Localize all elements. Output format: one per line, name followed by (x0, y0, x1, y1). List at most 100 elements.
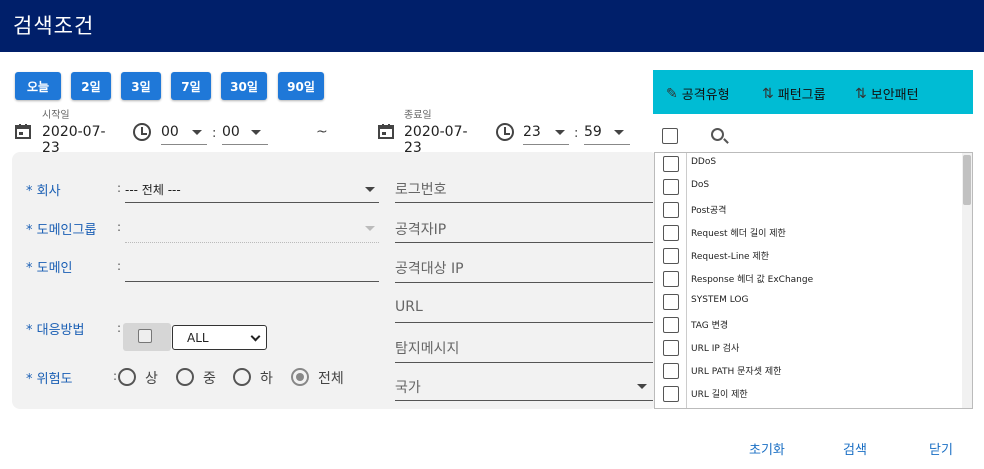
risk-medium-label: 중 (203, 371, 216, 387)
pattern-group-tab[interactable]: ⇅ 패턴그룹 (762, 84, 826, 104)
list-item-checkbox[interactable] (663, 202, 679, 218)
list-item-checkbox[interactable] (663, 179, 679, 195)
risk-high-label: 상 (145, 371, 158, 387)
list-item-label: URL 길이 제한 (691, 390, 748, 400)
attacker-ip-input[interactable]: 공격자IP (395, 219, 446, 239)
list-item-checkbox[interactable] (663, 271, 679, 287)
company-value: --- 전체 --- (125, 183, 181, 197)
end-date-label: 종료일 (404, 110, 432, 121)
risk-radio-medium[interactable] (176, 368, 194, 386)
chevron-down-icon (637, 384, 647, 389)
risk-all-label: 전체 (318, 371, 344, 387)
pattern-toolbar: ✎ 공격유형 ⇅ 패턴그룹 ⇅ 보안패턴 (653, 70, 973, 114)
list-item-label: Request 헤더 길이 제한 (691, 229, 786, 239)
range-separator: ~ (316, 124, 328, 140)
list-item[interactable]: URL IP 검사 (655, 337, 963, 360)
list-item-checkbox[interactable] (663, 225, 679, 241)
list-item-checkbox[interactable] (663, 156, 679, 172)
url-input[interactable]: URL (395, 299, 423, 315)
list-item-label: Response 헤더 값 ExChange (691, 275, 814, 285)
chevron-down-icon (251, 130, 261, 135)
attack-type-list: DDoS DoS Post공격 Request 헤더 길이 제한 Request… (654, 152, 973, 409)
target-ip-underline (395, 282, 653, 283)
search-icon[interactable] (711, 128, 724, 141)
reset-button[interactable]: 초기화 (749, 439, 785, 458)
chevron-down-icon (250, 331, 261, 342)
list-item[interactable]: Request-Line 제한 (655, 245, 963, 268)
risk-low-label: 하 (260, 371, 273, 387)
attacker-ip-underline (395, 242, 653, 243)
list-item[interactable]: SYSTEM LOG (655, 291, 963, 314)
list-item[interactable]: URL 길이 제한 (655, 383, 963, 406)
list-item[interactable]: Request 헤더 길이 제한 (655, 222, 963, 245)
attack-type-tab[interactable]: ✎ 공격유형 (666, 84, 730, 104)
sort-icon: ⇅ (762, 85, 774, 102)
range-today-button[interactable]: 오늘 (15, 72, 61, 100)
list-item[interactable]: DDoS (655, 153, 963, 176)
response-toggle[interactable] (123, 323, 171, 351)
response-select-value: ALL (187, 331, 209, 345)
domain-group-label: * 도메인그룹 (26, 223, 97, 238)
country-select[interactable]: 국가 (395, 377, 421, 397)
start-hour-value: 00 (161, 124, 179, 140)
risk-radio-low[interactable] (233, 368, 251, 386)
target-ip-input[interactable]: 공격대상 IP (395, 258, 464, 278)
list-item-checkbox[interactable] (663, 317, 679, 333)
range-3d-button[interactable]: 3일 (121, 72, 161, 100)
close-button[interactable]: 닫기 (929, 439, 953, 458)
list-item[interactable]: TAG 변경 (655, 314, 963, 337)
chevron-down-icon (614, 130, 624, 135)
end-hour-value: 23 (523, 124, 541, 140)
chevron-down-icon (192, 130, 202, 135)
chevron-down-icon (555, 130, 565, 135)
range-2d-button[interactable]: 2일 (71, 72, 111, 100)
list-item-checkbox[interactable] (663, 294, 679, 310)
list-item-checkbox[interactable] (663, 363, 679, 379)
detect-msg-input[interactable]: 탐지메시지 (395, 338, 459, 358)
field-colon: : (117, 181, 122, 195)
company-label: * 회사 (26, 184, 61, 199)
list-item-checkbox[interactable] (663, 386, 679, 402)
response-checkbox[interactable] (138, 329, 152, 343)
range-90d-button[interactable]: 90일 (278, 72, 324, 100)
response-select[interactable]: ALL (172, 325, 267, 350)
list-item-checkbox[interactable] (663, 340, 679, 356)
company-select[interactable] (125, 202, 379, 203)
calendar-icon[interactable] (378, 124, 394, 139)
domain-input[interactable] (125, 281, 379, 282)
calendar-icon[interactable] (15, 124, 31, 139)
field-colon: : (117, 259, 122, 273)
risk-label: * 위험도 (26, 372, 73, 387)
clock-icon (496, 123, 514, 141)
list-item[interactable]: Response 헤더 값 ExChange (655, 268, 963, 291)
list-item[interactable]: URL PATH 문자셋 제한 (655, 360, 963, 383)
list-item-label: TAG 변경 (691, 321, 729, 331)
range-30d-button[interactable]: 30일 (221, 72, 267, 100)
chevron-down-icon (365, 226, 375, 231)
risk-radio-all[interactable] (291, 368, 309, 386)
page-title: 검색조건 (13, 14, 95, 38)
start-minute-select[interactable]: 00 (222, 124, 268, 145)
range-7d-button[interactable]: 7일 (171, 72, 211, 100)
clock-icon (133, 123, 151, 141)
list-item-label: Request-Line 제한 (691, 252, 769, 262)
select-all-checkbox[interactable] (662, 128, 678, 144)
log-no-input[interactable]: 로그번호 (395, 179, 447, 199)
country-underline (395, 400, 653, 401)
domain-group-select[interactable] (125, 242, 379, 243)
start-date-label: 시작일 (42, 110, 70, 121)
field-colon: : (117, 321, 122, 335)
end-minute-value: 59 (584, 124, 602, 140)
url-underline (395, 322, 653, 323)
list-item-checkbox[interactable] (663, 248, 679, 264)
list-item[interactable]: DoS (655, 176, 963, 199)
list-scrollbar[interactable] (962, 153, 972, 408)
field-colon: : (113, 369, 118, 383)
response-label: * 대응방법 (26, 323, 85, 338)
start-minute-value: 00 (222, 124, 240, 140)
security-pattern-tab[interactable]: ⇅ 보안패턴 (855, 84, 919, 104)
scrollbar-thumb[interactable] (963, 155, 971, 205)
search-button[interactable]: 검색 (843, 439, 867, 458)
list-item[interactable]: Post공격 (655, 199, 963, 222)
risk-radio-high[interactable] (118, 368, 136, 386)
